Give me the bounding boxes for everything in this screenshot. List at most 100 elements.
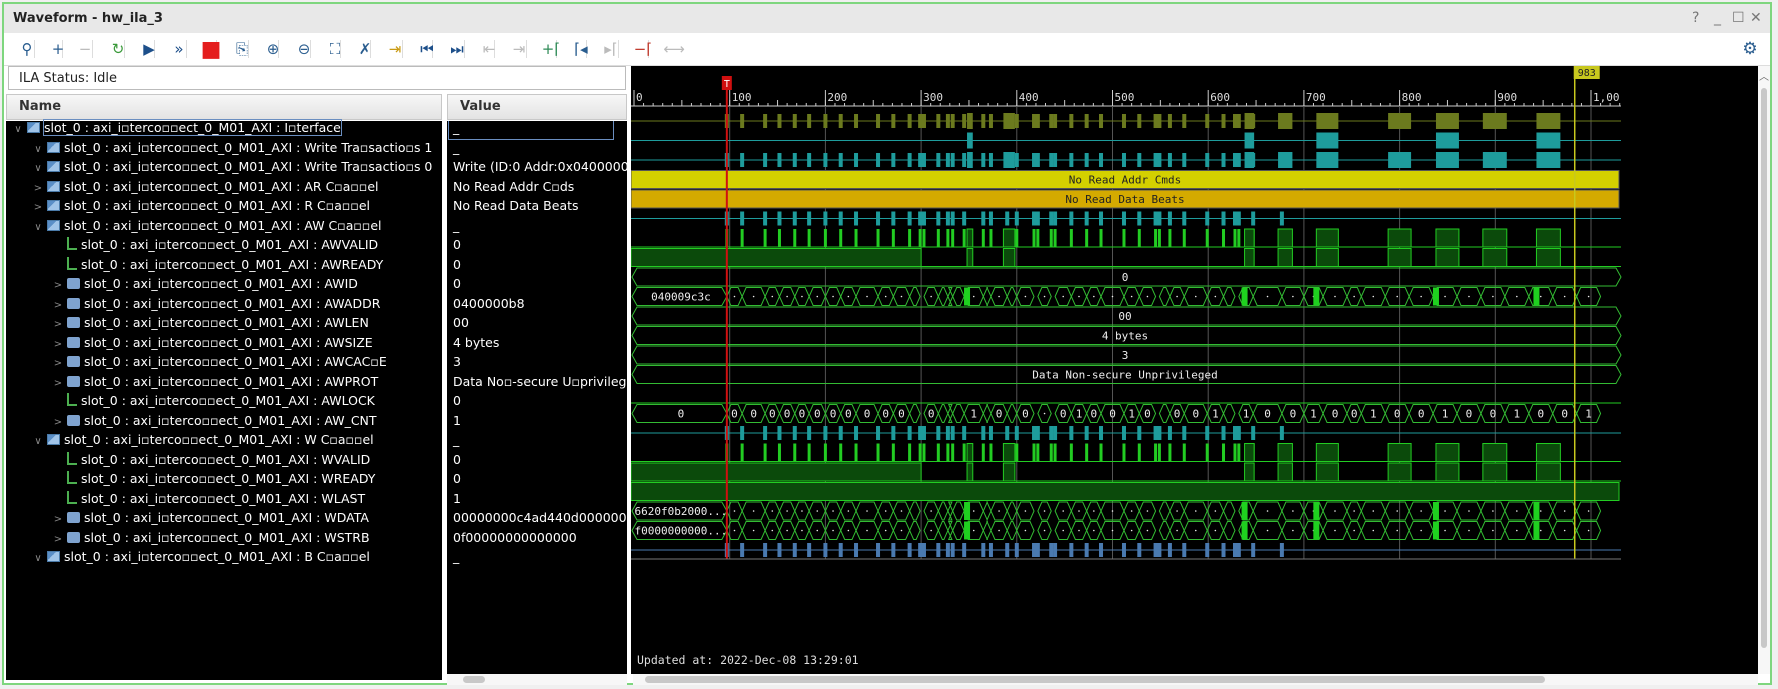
ruler-tick-label: 500: [1115, 91, 1135, 104]
bit-high-region: [1277, 443, 1293, 462]
bit-pulse: [807, 443, 811, 462]
bit-pulse: [823, 229, 827, 247]
collapse-chevron-icon[interactable]: ∨: [32, 217, 44, 239]
bus-segment: [937, 501, 949, 521]
stop-icon[interactable]: ■: [200, 37, 222, 62]
settings-gear-icon[interactable]: ⚙: [1739, 38, 1761, 60]
transaction-pulse: [854, 426, 859, 440]
cursor-off-icon[interactable]: ✗: [354, 38, 376, 60]
bus-ellipsis: [1516, 529, 1518, 532]
signal-value: _: [448, 121, 614, 140]
zoom-in-icon[interactable]: ⊕: [262, 38, 284, 60]
bit-pulse: [740, 229, 744, 247]
export-icon[interactable]: ⎘: [231, 38, 253, 60]
bus-ellipsis: [1372, 295, 1375, 298]
bus-value-label: 0: [678, 408, 685, 421]
transaction-pulse: [918, 153, 923, 167]
bus-glitch: [1313, 521, 1320, 540]
transaction-block: [967, 152, 973, 168]
bus-ellipsis: [1353, 529, 1355, 532]
value-horizontal-scrollbar[interactable]: [447, 674, 627, 685]
wave-scroll-thumb[interactable]: [645, 676, 1545, 683]
bit-pulse: [908, 443, 912, 462]
collapse-chevron-icon[interactable]: ∨: [12, 119, 24, 141]
previous-marker-icon[interactable]: ⌈◂: [570, 38, 592, 60]
go-to-cursor-icon[interactable]: ⇥: [384, 38, 406, 60]
go-to-start-icon[interactable]: ⏮: [416, 38, 438, 60]
add-icon[interactable]: +: [47, 38, 69, 60]
bus-value-label: 0: [928, 408, 935, 421]
bus-glitch: [1432, 502, 1439, 520]
value-column-header[interactable]: Value: [447, 94, 627, 120]
zoom-fit-icon[interactable]: ⛶: [324, 38, 346, 60]
transaction-pulse: [763, 426, 768, 440]
bus-ellipsis: [900, 510, 903, 512]
vertical-scroll-thumb[interactable]: [1761, 88, 1767, 648]
run-trigger-immediate-icon[interactable]: ↻: [107, 38, 129, 60]
transaction-block: [967, 132, 973, 149]
bit-high-region: [1387, 462, 1412, 482]
zoom-out-icon[interactable]: ⊖: [293, 38, 315, 60]
bit-pulse: [989, 443, 993, 462]
transaction-pulse: [988, 211, 993, 226]
bus-ellipsis: [900, 529, 903, 532]
ruler-tick-label: 100: [732, 91, 752, 104]
bit-high-region: [1482, 228, 1508, 248]
bus-ellipsis: [1176, 295, 1178, 298]
bus-value-label: 0: [1351, 408, 1358, 421]
minimize-icon[interactable]: _: [1714, 10, 1721, 26]
wave-horizontal-scrollbar[interactable]: [633, 674, 1758, 685]
waveform-panel[interactable]: 0 100 200 300 400 500 600 700 800 900 1,00 No Read …: [631, 66, 1758, 674]
expand-chevron-icon[interactable]: >: [52, 373, 64, 395]
transaction-pulse: [962, 153, 967, 167]
bit-pulse: [918, 443, 922, 462]
value-scroll-thumb[interactable]: [463, 676, 485, 683]
transaction-pulse: [1014, 153, 1019, 167]
search-icon[interactable]: ⚲: [16, 38, 38, 60]
signal-value: No Read Data Beats: [453, 198, 579, 213]
bus-segment: [952, 287, 965, 306]
delete-marker-icon[interactable]: −⌈: [632, 38, 654, 60]
bus-ellipsis: [1194, 510, 1197, 512]
bus-ellipsis: [771, 529, 774, 532]
bit-pulse: [1154, 229, 1158, 247]
transaction-pulse: [1167, 153, 1172, 167]
bus-ellipsis: [1214, 529, 1217, 532]
waveform-canvas[interactable]: 0 100 200 300 400 500 600 700 800 900 1,00No Read …: [631, 66, 1758, 674]
run-continuous-icon[interactable]: »: [168, 38, 190, 60]
signal-name: slot_0 : axi_i▫terco▫▫ect_0_M01_AXI : AW…: [64, 217, 382, 233]
vertical-scrollbar[interactable]: ︿: [1758, 66, 1770, 674]
close-icon[interactable]: ✕: [1750, 10, 1762, 26]
bus-segment: [1222, 287, 1236, 306]
bit-pulse: [763, 229, 767, 247]
signal-row[interactable]: ∨ slot_0 : axi_i▫terco▫▫ect_0_M01_AXI : B…: [32, 546, 370, 568]
add-marker-icon[interactable]: +⌈: [540, 38, 562, 60]
signal-name: slot_0 : axi_i▫terco▫▫ect_0_M01_AXI : AW…: [84, 412, 377, 428]
run-trigger-icon[interactable]: ▶: [138, 38, 160, 60]
transaction-pulse: [763, 543, 768, 557]
bus-ellipsis: [1111, 510, 1114, 512]
collapse-chevron-icon[interactable]: ∨: [32, 548, 44, 570]
bus-ellipsis: [998, 529, 1000, 532]
bit-high-region: [1315, 443, 1339, 462]
maximize-icon[interactable]: ☐: [1732, 10, 1745, 26]
collapse-chevron-icon[interactable]: ∨: [32, 431, 44, 453]
transaction-pulse: [988, 114, 993, 128]
transaction-block: [1316, 132, 1339, 149]
transaction-pulse: [1157, 211, 1162, 226]
bus-ellipsis: [1146, 510, 1149, 512]
bit-pulse: [1099, 443, 1103, 462]
bus-ellipsis: [1492, 510, 1494, 512]
help-icon[interactable]: ?: [1692, 10, 1699, 26]
bus-value-label: 0: [1174, 408, 1181, 421]
transaction-block: [1536, 113, 1561, 129]
bus-ellipsis: [733, 529, 736, 532]
transaction-pulse: [1099, 211, 1104, 226]
bit-pulse: [1032, 443, 1036, 462]
scroll-up-icon[interactable]: ︿: [1759, 68, 1769, 83]
transaction-pulse: [988, 543, 993, 557]
transaction-pulse: [1153, 114, 1158, 128]
signal-name: slot_0 : axi_i▫terco▫▫ect_0_M01_AXI : AW…: [84, 276, 358, 291]
go-to-end-icon[interactable]: ⏭: [446, 38, 468, 60]
transaction-pulse: [1279, 426, 1284, 440]
